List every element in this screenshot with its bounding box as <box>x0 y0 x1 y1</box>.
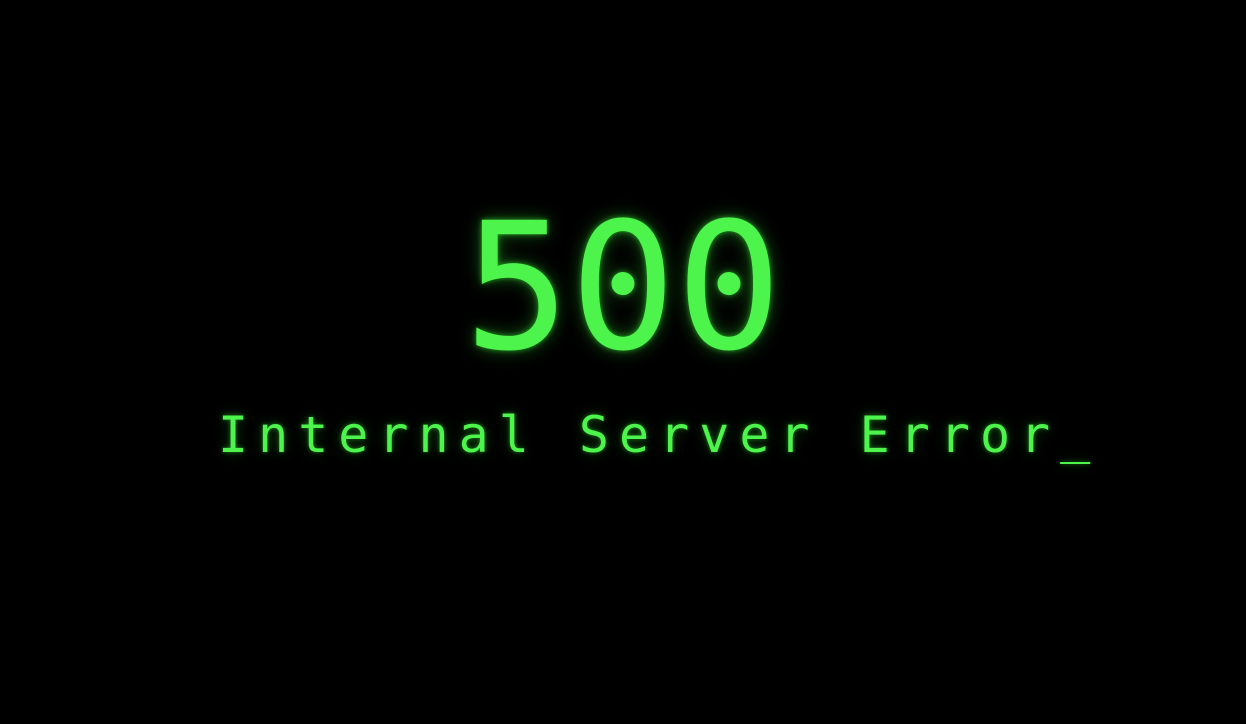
error-message: Internal Server Error <box>218 406 1061 464</box>
error-screen: 500 Internal Server Error_ <box>0 0 1246 724</box>
blinking-cursor: _ <box>1060 406 1091 464</box>
error-message-line: Internal Server Error_ <box>218 402 1090 468</box>
error-code: 500 <box>464 185 782 390</box>
